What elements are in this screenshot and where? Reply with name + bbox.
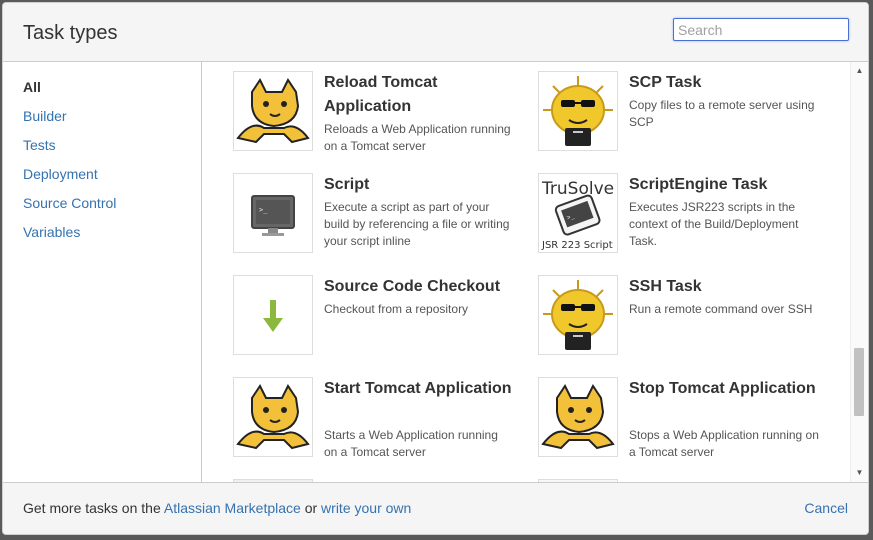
task-description: Run a remote command over SSH bbox=[629, 302, 813, 316]
task-name: ScriptEngine Task bbox=[629, 176, 768, 193]
task-list: Reload Tomcat Application Reloads a Web … bbox=[202, 62, 851, 482]
content-scrollbar[interactable]: ▲ ▼ bbox=[850, 62, 868, 482]
dialog-footer: Get more tasks on the Atlassian Marketpl… bbox=[3, 482, 868, 534]
scroll-down-arrow-icon[interactable]: ▼ bbox=[851, 466, 868, 480]
footer-text: Get more tasks on the Atlassian Marketpl… bbox=[23, 500, 411, 516]
sidebar-item-deployment[interactable]: Deployment bbox=[23, 166, 98, 182]
task-start-tomcat[interactable]: Start Tomcat Application Starts a Web Ap… bbox=[233, 377, 533, 467]
download-arrow-icon bbox=[233, 275, 313, 355]
task-name: Script bbox=[324, 176, 370, 193]
atlassian-marketplace-link[interactable]: Atlassian Marketplace bbox=[164, 500, 301, 516]
task-script[interactable]: >_ Script Execute a script as part of yo… bbox=[233, 173, 533, 263]
sidebar-item-builder[interactable]: Builder bbox=[23, 108, 67, 124]
puffer-fish-icon bbox=[538, 71, 618, 151]
tomcat-icon bbox=[538, 377, 618, 457]
footer-middle: or bbox=[300, 500, 322, 516]
task-description: Reloads a Web Application running on a T… bbox=[324, 122, 511, 153]
task-description: Checkout from a repository bbox=[324, 302, 469, 316]
task-types-dialog: Task types All Builder Tests Deployment … bbox=[2, 2, 869, 535]
task-stop-tomcat[interactable]: Stop Tomcat Application Stops a Web Appl… bbox=[538, 377, 838, 467]
write-your-own-link[interactable]: write your own bbox=[321, 500, 411, 516]
task-name: SCP Task bbox=[629, 74, 702, 91]
cancel-link[interactable]: Cancel bbox=[804, 500, 848, 516]
scriptengine-icon: TruSolve >_ JSR 223 Script bbox=[538, 173, 618, 253]
dialog-title: Task types bbox=[23, 22, 118, 44]
task-description: Execute a script as part of your build b… bbox=[324, 200, 510, 248]
task-name: SSH Task bbox=[629, 278, 702, 295]
task-source-code-checkout[interactable]: Source Code Checkout Checkout from a rep… bbox=[233, 275, 533, 365]
sidebar-item-source-control[interactable]: Source Control bbox=[23, 195, 116, 211]
footer-prefix: Get more tasks on the bbox=[23, 500, 164, 516]
task-name: Reload Tomcat Application bbox=[324, 74, 438, 115]
terminal-icon: >_ bbox=[233, 173, 313, 253]
icon-text-top: TruSolve bbox=[541, 179, 614, 199]
task-description: Starts a Web Application running on a To… bbox=[324, 428, 498, 459]
sidebar-item-variables[interactable]: Variables bbox=[23, 224, 80, 240]
puffer-fish-icon bbox=[538, 275, 618, 355]
task-description: Stops a Web Application running on a Tom… bbox=[629, 428, 819, 459]
sidebar-item-tests[interactable]: Tests bbox=[23, 137, 56, 153]
dialog-header: Task types bbox=[3, 3, 868, 62]
task-scriptengine[interactable]: TruSolve >_ JSR 223 Script ScriptEngine … bbox=[538, 173, 838, 263]
task-name: Start Tomcat Application bbox=[324, 380, 512, 397]
tomcat-icon bbox=[233, 71, 313, 151]
task-description: Copy files to a remote server using SCP bbox=[629, 98, 815, 129]
search-input[interactable] bbox=[673, 18, 849, 41]
category-sidebar: All Builder Tests Deployment Source Cont… bbox=[3, 62, 202, 482]
task-name: Stop Tomcat Application bbox=[629, 380, 816, 397]
task-description: Executes JSR223 scripts in the context o… bbox=[629, 200, 799, 248]
task-reload-tomcat[interactable]: Reload Tomcat Application Reloads a Web … bbox=[233, 71, 533, 161]
task-name: Source Code Checkout bbox=[324, 278, 501, 295]
task-ssh[interactable]: SSH Task Run a remote command over SSH bbox=[538, 275, 838, 365]
task-scp[interactable]: SCP Task Copy files to a remote server u… bbox=[538, 71, 838, 161]
icon-text-bottom: JSR 223 Script bbox=[541, 240, 613, 251]
sidebar-item-all[interactable]: All bbox=[23, 79, 41, 95]
scrollbar-thumb[interactable] bbox=[854, 348, 864, 416]
tomcat-icon bbox=[233, 377, 313, 457]
scroll-up-arrow-icon[interactable]: ▲ bbox=[851, 64, 868, 78]
svg-text:>_: >_ bbox=[259, 206, 268, 214]
